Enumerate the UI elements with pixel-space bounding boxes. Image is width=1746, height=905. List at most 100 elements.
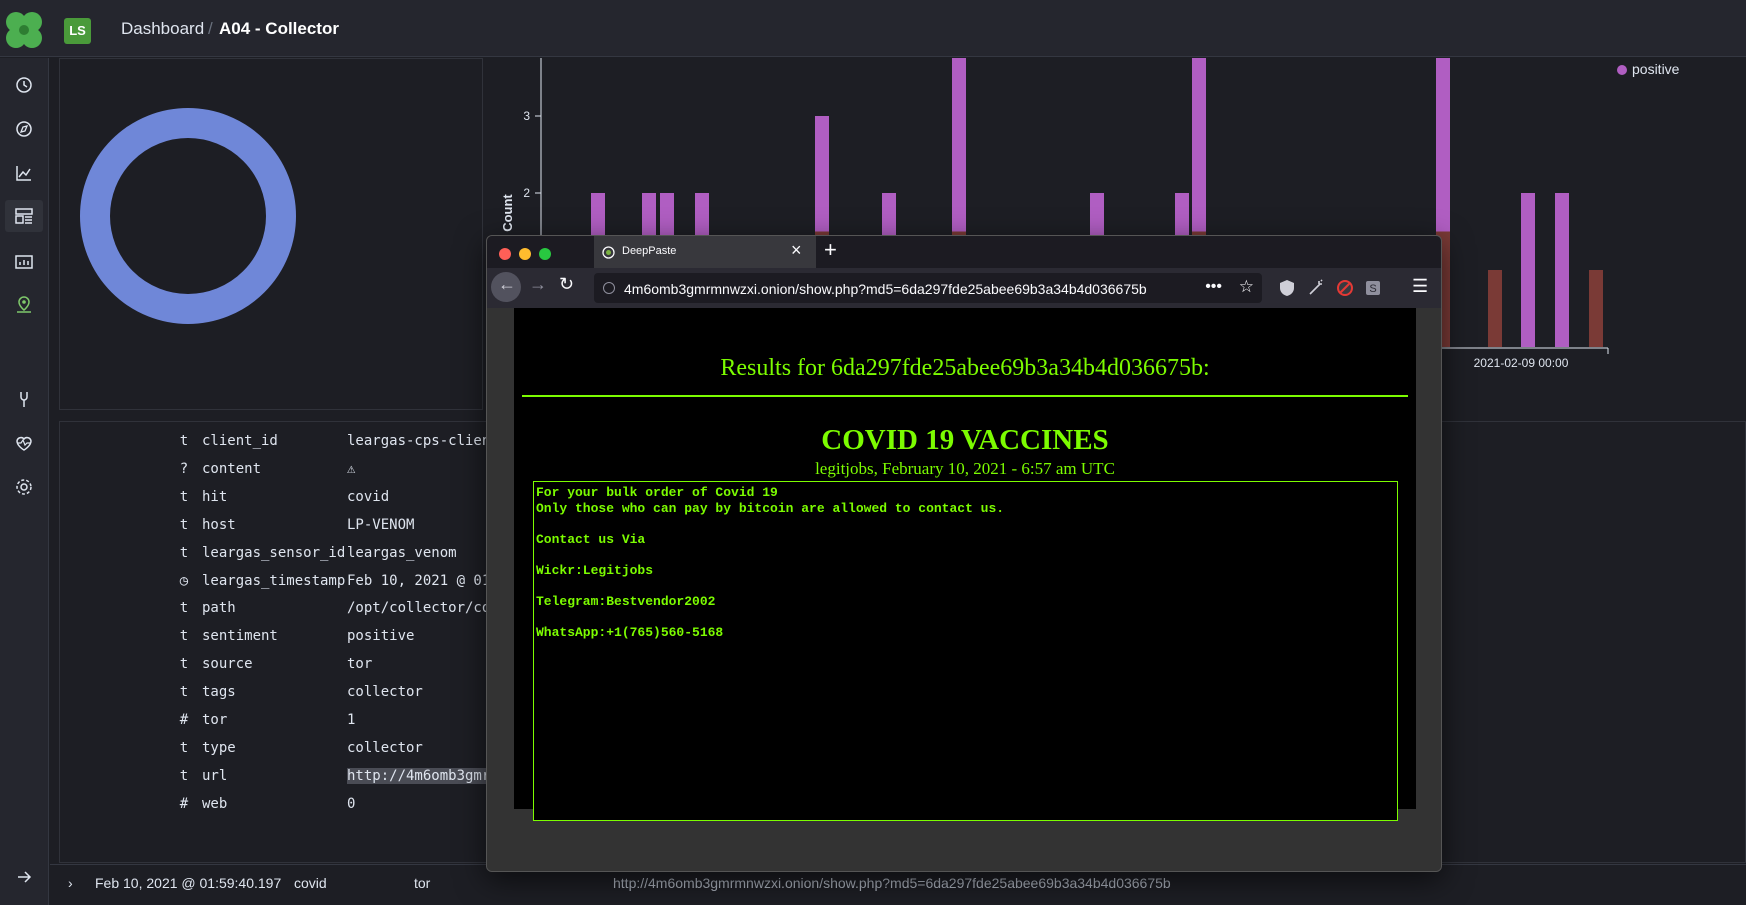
bar-positive[interactable] (1436, 39, 1450, 232)
settings-gear-icon[interactable] (13, 476, 35, 498)
field-value: positive (347, 628, 415, 645)
field-key: sentiment (202, 628, 278, 645)
maps-pin-icon[interactable] (13, 294, 35, 316)
minimize-window-button[interactable] (519, 248, 531, 260)
close-window-button[interactable] (499, 248, 511, 260)
paste-title: COVID 19 VACCINES (821, 424, 1109, 456)
field-type-icon: t (179, 544, 189, 561)
x-tick-label: 2021-02-09 00:00 (1474, 356, 1569, 370)
nav-bar: ← → ↻ 4m6omb3gmrmnwzxi.onion/show.php?md… (487, 268, 1441, 308)
y-axis-label: Count (500, 194, 515, 232)
field-key: leargas_timestamp (202, 572, 346, 589)
noscript-icon[interactable] (1336, 279, 1354, 297)
bar-positive[interactable] (952, 39, 966, 232)
field-type-icon: t (179, 600, 189, 617)
extension-s-icon[interactable]: S (1364, 279, 1382, 297)
bookmark-star-icon[interactable]: ☆ (1239, 277, 1254, 297)
results-heading: Results for 6da297fde25abee69b3a34b4d036… (720, 355, 1210, 381)
url-bar[interactable]: 4m6omb3gmrmnwzxi.onion/show.php?md5=6da2… (594, 273, 1262, 303)
back-arrow-icon: ← (498, 274, 516, 294)
reload-icon[interactable]: ↻ (559, 274, 574, 295)
row-source: tor (414, 875, 431, 891)
field-type-icon: ? (179, 460, 189, 477)
bar-positive[interactable] (815, 116, 829, 232)
browser-window: DeepPaste × + ← → ↻ 4m6omb3gmrmnwzxi.oni… (486, 235, 1442, 872)
bar-other[interactable] (1488, 270, 1502, 347)
field-type-icon: t (179, 656, 189, 673)
field-type-icon: t (179, 516, 189, 533)
dashboard-icon[interactable] (5, 200, 43, 232)
clover-logo-icon[interactable] (2, 8, 46, 52)
field-key: path (202, 600, 236, 617)
side-nav (0, 58, 49, 905)
divider (522, 395, 1408, 397)
shield-icon[interactable] (1278, 279, 1296, 297)
maximize-window-button[interactable] (539, 248, 551, 260)
tab-close-icon[interactable]: × (791, 240, 802, 261)
discover-compass-icon[interactable] (13, 118, 35, 140)
visualize-chart-icon[interactable] (13, 162, 35, 184)
field-value: /opt/collector/col (347, 600, 487, 617)
forward-arrow-icon[interactable]: → (529, 274, 547, 295)
field-type-icon: ◷ (179, 572, 189, 589)
canvas-icon[interactable] (13, 250, 35, 272)
field-value: ⚠ (347, 460, 356, 477)
field-value: leargas_venom (347, 544, 457, 561)
page-actions-ellipsis-icon[interactable]: ••• (1205, 278, 1222, 296)
field-type-icon: t (179, 488, 189, 505)
recent-clock-icon[interactable] (13, 74, 35, 96)
field-key: type (202, 739, 236, 756)
field-key: client_id (202, 433, 278, 449)
field-type-icon: t (179, 433, 189, 449)
svg-text:S: S (1369, 283, 1376, 295)
new-tab-icon[interactable]: + (824, 237, 837, 263)
field-type-icon: t (179, 767, 189, 784)
field-key: tor (202, 712, 228, 728)
bar-positive[interactable] (1555, 193, 1569, 347)
field-type-icon: t (179, 684, 189, 701)
field-type-icon: # (179, 712, 189, 728)
row-timestamp: Feb 10, 2021 @ 01:59:40.197 (95, 875, 282, 891)
y-tick-label: 2 (523, 186, 530, 200)
hamburger-menu-icon[interactable]: ☰ (1412, 276, 1428, 297)
field-value: Feb 10, 2021 @ 01: (347, 572, 487, 589)
field-key: hit (202, 488, 228, 505)
field-value: tor (347, 656, 373, 673)
space-avatar[interactable]: LS (64, 18, 91, 44)
url-text[interactable]: 4m6omb3gmrmnwzxi.onion/show.php?md5=6da2… (624, 281, 1147, 297)
site-info-icon[interactable] (603, 282, 615, 294)
field-key: content (202, 460, 262, 477)
field-value: 0 (347, 795, 356, 812)
page-viewport: Results for 6da297fde25abee69b3a34b4d036… (487, 308, 1441, 871)
field-key: source (202, 656, 253, 673)
bar-other[interactable] (1589, 270, 1603, 347)
field-key: tags (202, 684, 236, 701)
paste-subtitle: legitjobs, February 10, 2021 - 6:57 am U… (815, 459, 1115, 478)
paste-content[interactable]: For your bulk order of Covid 19 Only tho… (533, 481, 1398, 821)
field-value: leargas-cps-client (347, 433, 487, 449)
tab-title: DeepPaste (622, 245, 677, 257)
breadcrumb-dashboard[interactable]: Dashboard (121, 19, 204, 39)
bar-positive[interactable] (1192, 39, 1206, 232)
tor-favicon-icon (602, 246, 615, 259)
field-value: http://4m6omb3gmrm (347, 767, 487, 784)
collapse-nav-arrow-icon[interactable] (13, 866, 35, 888)
donut-chart[interactable] (80, 108, 296, 324)
top-bar: LS Dashboard / A04 - Collector (0, 0, 1746, 57)
monitoring-heart-icon[interactable] (13, 432, 35, 454)
field-value: covid (347, 488, 390, 505)
row-hit: covid (294, 875, 327, 891)
field-type-icon: t (179, 739, 189, 756)
field-value: collector (347, 684, 423, 701)
bar-positive[interactable] (1521, 193, 1535, 347)
tab-strip: DeepPaste × + (487, 236, 1441, 268)
expand-row-chevron-icon[interactable]: › (68, 875, 73, 891)
chart-legend[interactable]: positive (1617, 61, 1679, 77)
tab-deeppaste[interactable]: DeepPaste × (594, 236, 816, 268)
field-type-icon: t (179, 628, 189, 645)
dev-tools-icon[interactable] (13, 388, 35, 410)
legend-dot-icon (1617, 65, 1627, 76)
magic-wand-icon[interactable] (1307, 279, 1325, 297)
field-value: LP-VENOM (347, 516, 415, 533)
y-tick-label: 3 (523, 109, 530, 123)
